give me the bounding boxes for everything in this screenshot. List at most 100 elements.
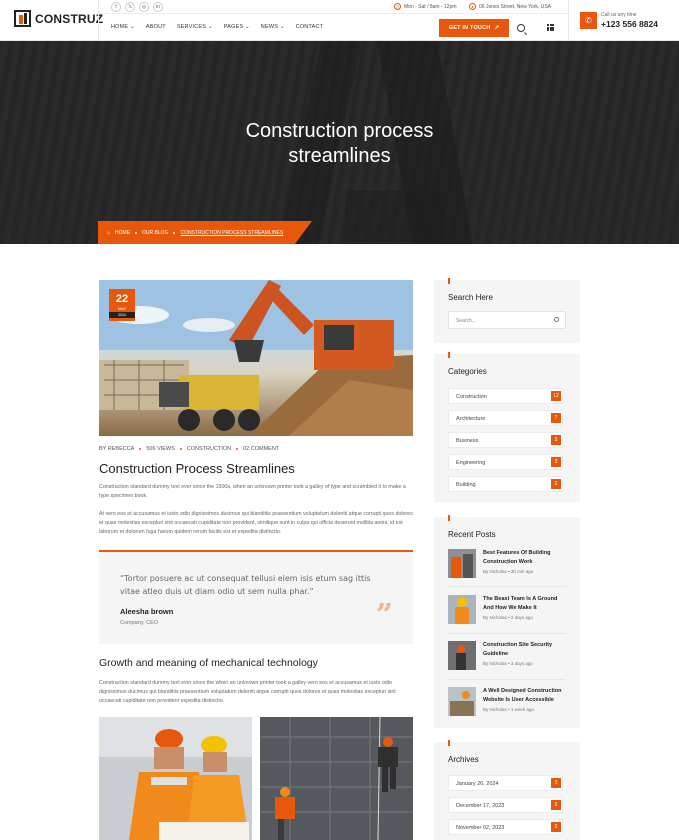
category-item[interactable]: Construction 12 (448, 388, 563, 404)
quote-text: “Tortor posuere ac ut consequat tellusi … (120, 574, 371, 596)
breadcrumb-blog[interactable]: OUR BLOG (142, 230, 168, 236)
quote-author: Aleesha brown (120, 607, 174, 616)
category-item[interactable]: Building 2 (448, 476, 563, 492)
search-input[interactable]: Search... (448, 311, 566, 329)
post-paragraph: Construction standard dummy text ever si… (99, 680, 396, 704)
search-placeholder: Search... (456, 318, 477, 324)
post-author[interactable]: BY REBECCA (99, 446, 134, 452)
nav-home[interactable]: HOME ⌄ (111, 24, 135, 30)
recent-post-title[interactable]: Best Features Of Building Construction W… (483, 549, 569, 567)
page-title: Construction process streamlines (245, 120, 434, 167)
top-bar: f 𝕏 ◎ in ◷ Mon - Sat / 8am - 12pm ● 06 J… (99, 0, 568, 14)
nav-services[interactable]: SERVICES ⌄ (177, 24, 213, 30)
nav-about[interactable]: ABOUT (146, 24, 166, 30)
widget-accent (448, 278, 450, 284)
recent-post-title[interactable]: Construction Site Security Guideline (483, 641, 569, 659)
meta-separator (236, 448, 239, 450)
recent-posts-widget: Recent Posts Best Features Of Building C… (434, 515, 580, 728)
recent-post-title[interactable]: The Beast Team Is A Ground And How We Ma… (483, 595, 569, 613)
recent-post[interactable]: Construction Site Security Guideline By … (448, 641, 566, 675)
recent-post[interactable]: The Beast Team Is A Ground And How We Ma… (448, 595, 566, 629)
post-comments[interactable]: 02 COMMENT (243, 446, 279, 452)
meta-separator (139, 448, 142, 450)
date-day: 22 (115, 293, 129, 305)
nav-news[interactable]: NEWS ⌄ (261, 24, 285, 30)
category-count: 12 (551, 391, 561, 401)
opening-hours: ◷ Mon - Sat / 8am - 12pm (394, 3, 457, 10)
archive-item[interactable]: January 26, 2024 3 (448, 775, 563, 791)
nav-contact[interactable]: CONTACT (296, 24, 324, 30)
nav-pages[interactable]: PAGES ⌄ (224, 24, 250, 30)
address: ● 06 Jones Street, New York, USA (469, 3, 551, 10)
archive-count: 3 (551, 778, 561, 788)
phone-icon: ✆ (580, 12, 597, 29)
archive-count: 5 (551, 800, 561, 810)
home-icon: ⌂ (107, 229, 111, 236)
post-meta: BY REBECCA 506 VIEWS CONSTRUCTION 02 COM… (99, 446, 279, 452)
logo[interactable]: CONSTRUZ (14, 10, 103, 27)
search-icon[interactable] (554, 317, 559, 322)
post-photo-workers (99, 717, 252, 840)
post-photo-climbers (260, 717, 413, 840)
category-item[interactable]: Engineering 3 (448, 454, 563, 470)
archive-count: 2 (551, 822, 561, 832)
linkedin-icon[interactable]: in (153, 2, 163, 12)
category-item[interactable]: Architecture 7 (448, 410, 563, 426)
category-count: 3 (551, 457, 561, 467)
recent-post-meta: By Nicholas • 1 week ago (483, 707, 534, 712)
recent-post-title[interactable]: A Well Designed Construction Website Is … (483, 687, 569, 705)
post-views: 506 VIEWS (146, 446, 175, 452)
breadcrumb-current: CONSTRUCTION PROCESS STREAMLINES (180, 229, 284, 236)
social-links: f 𝕏 ◎ in (111, 2, 163, 12)
instagram-icon[interactable]: ◎ (139, 2, 149, 12)
category-item[interactable]: Business 5 (448, 432, 563, 448)
post-featured-image (99, 280, 413, 436)
quote-role: Company, CEO (120, 620, 159, 626)
recent-post-meta: By Nicholas • 3 days ago (483, 661, 533, 666)
post-category[interactable]: CONSTRUCTION (187, 446, 231, 452)
breadcrumb-separator (173, 231, 176, 234)
facebook-icon[interactable]: f (111, 2, 121, 12)
date-year: 2024 (109, 312, 135, 318)
menu-grid-icon[interactable] (547, 24, 554, 31)
divider (448, 633, 566, 634)
search-icon[interactable] (517, 24, 525, 32)
divider (448, 586, 566, 587)
clock-icon: ◷ (394, 3, 401, 10)
recent-post-thumbnail (448, 641, 476, 670)
location-pin-icon: ● (469, 3, 476, 10)
recent-post-thumbnail (448, 687, 476, 716)
page-hero: Construction process streamlines ⌂ HOME … (0, 41, 679, 244)
phone-number[interactable]: +123 556 8824 (601, 19, 658, 29)
x-twitter-icon[interactable]: 𝕏 (125, 2, 135, 12)
widget-title: Categories (448, 367, 487, 376)
get-in-touch-button[interactable]: GET IN TOUCH ↗ (439, 19, 509, 37)
recent-post[interactable]: Best Features Of Building Construction W… (448, 549, 566, 583)
post-date-badge: 22 MAY 2024 (109, 289, 135, 321)
breadcrumb: ⌂ HOME OUR BLOG CONSTRUCTION PROCESS STR… (98, 221, 312, 244)
post-title: Construction Process Streamlines (99, 461, 295, 476)
hours-text: Mon - Sat / 8am - 12pm (404, 3, 457, 10)
logo-icon (14, 10, 31, 27)
call-label: Call us any time (601, 12, 637, 18)
widget-accent (448, 515, 450, 521)
search-widget: Search Here Search... (434, 278, 580, 343)
archive-item[interactable]: December 17, 2023 5 (448, 797, 563, 813)
category-count: 7 (551, 413, 561, 423)
arrow-up-right-icon: ↗ (494, 25, 500, 31)
breadcrumb-home[interactable]: HOME (115, 230, 130, 236)
recent-post-thumbnail (448, 595, 476, 624)
recent-post-meta: By Nicholas • 30 min ago (483, 569, 534, 574)
blockquote: “Tortor posuere ac ut consequat tellusi … (99, 550, 413, 644)
post-paragraph: Construction standard dummy text ever si… (99, 484, 406, 499)
main-nav: HOME ⌄ ABOUT SERVICES ⌄ PAGES ⌄ NEWS ⌄ C… (111, 24, 323, 30)
section-heading: Growth and meaning of mechanical technol… (99, 657, 318, 669)
widget-title: Search Here (448, 293, 493, 302)
category-count: 5 (551, 435, 561, 445)
archives-widget: Archives January 26, 2024 3 December 17, … (434, 740, 580, 840)
hero-beam (345, 191, 445, 244)
divider (568, 0, 569, 41)
archive-item[interactable]: November 02, 2023 2 (448, 819, 563, 835)
categories-widget: Categories Construction 12 Architecture 7 … (434, 352, 580, 502)
recent-post[interactable]: A Well Designed Construction Website Is … (448, 687, 566, 721)
